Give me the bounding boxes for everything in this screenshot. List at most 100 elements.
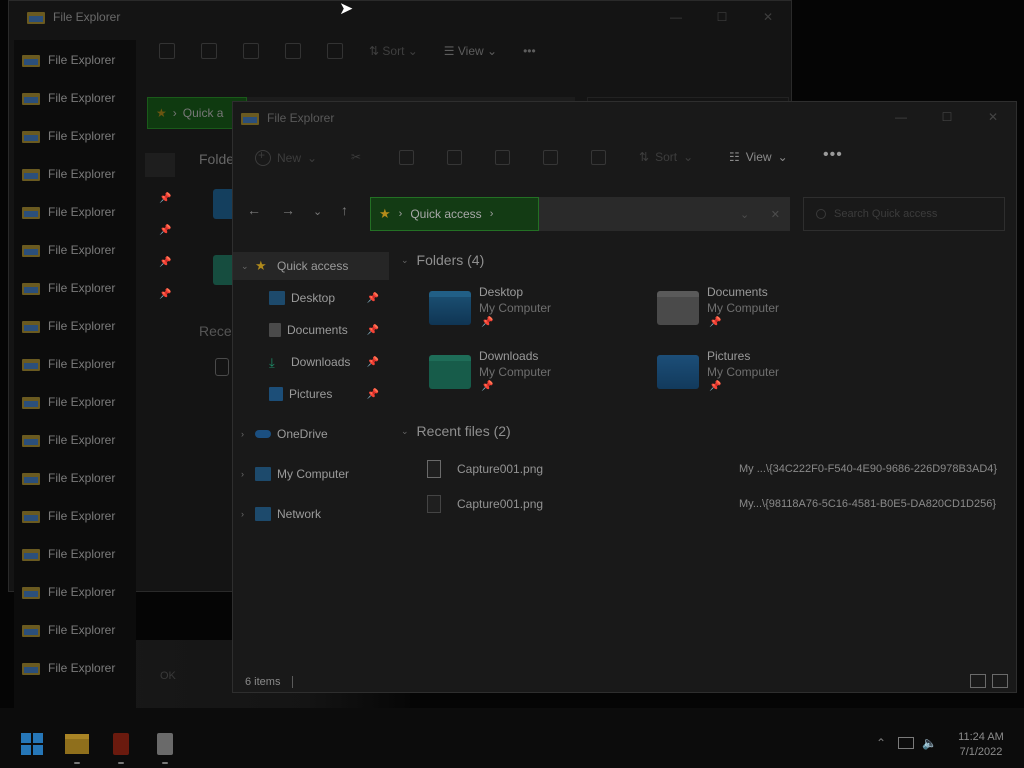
- window-list-item[interactable]: File Explorer: [22, 615, 134, 645]
- back-button[interactable]: ←: [247, 202, 261, 218]
- window-list-item[interactable]: File Explorer: [22, 273, 134, 303]
- folders-section-heading[interactable]: ⌄ Folders (4): [401, 252, 484, 268]
- recent-file-row[interactable]: Capture001.png My ...\{34C222F0-F540-4E9…: [427, 456, 1007, 482]
- chevron-right-icon[interactable]: ›: [241, 469, 255, 479]
- close-button[interactable]: ✕: [970, 102, 1016, 132]
- network-status-icon[interactable]: [898, 737, 914, 749]
- more-button[interactable]: •••: [523, 44, 536, 58]
- recent-locations-button[interactable]: ⌄: [313, 205, 322, 218]
- share-button[interactable]: [543, 150, 558, 165]
- folder-tile-documents[interactable]: Documents My Computer 📌: [657, 285, 877, 341]
- recent-file-name: Capture001.png: [457, 462, 544, 476]
- paste-button[interactable]: [447, 150, 462, 165]
- window-list-item[interactable]: File Explorer: [22, 349, 134, 379]
- copy-button[interactable]: [399, 150, 414, 165]
- nav-item-onedrive[interactable]: › OneDrive: [233, 420, 389, 448]
- nav-item-my-computer[interactable]: › My Computer: [233, 460, 389, 488]
- minimize-button[interactable]: —: [653, 1, 699, 33]
- nav-item-network[interactable]: › Network: [233, 500, 389, 528]
- window-list-item[interactable]: File Explorer: [22, 501, 134, 531]
- window-list-item[interactable]: File Explorer: [22, 45, 134, 75]
- address-segment-quick-access[interactable]: ★ › Quick access ›: [370, 197, 539, 231]
- minimize-button[interactable]: —: [878, 102, 924, 132]
- windows-logo-icon: [21, 733, 31, 743]
- folder-icon: [22, 395, 40, 409]
- close-button[interactable]: ✕: [745, 1, 791, 33]
- window-list-item[interactable]: File Explorer: [22, 425, 134, 455]
- cut-button[interactable]: ✂: [351, 150, 361, 164]
- explorer-window[interactable]: File Explorer — ☐ ✕ New ⌄ ✂ ⇅ Sort ⌄ ☷ V…: [232, 101, 1017, 693]
- nav-label-network: Network: [277, 507, 322, 521]
- new-icon: [255, 148, 271, 166]
- forward-button[interactable]: →: [281, 202, 295, 218]
- sort-button[interactable]: ⇅ Sort ⌄: [639, 150, 693, 164]
- nav-item-documents[interactable]: Documents 📌: [233, 316, 389, 344]
- window-list-item[interactable]: File Explorer: [22, 577, 134, 607]
- nav-item-pictures[interactable]: Pictures 📌: [233, 380, 389, 408]
- paste-icon[interactable]: [201, 43, 217, 59]
- nav-item-quick-access[interactable]: ⌄ ★ Quick access: [233, 252, 389, 280]
- chevron-right-icon[interactable]: ›: [241, 429, 255, 439]
- folder-tile-downloads[interactable]: Downloads My Computer 📌: [429, 349, 649, 405]
- window-list-item[interactable]: File Explorer: [22, 121, 134, 151]
- share-icon[interactable]: [285, 43, 301, 59]
- window-list-item[interactable]: File Explorer: [22, 83, 134, 113]
- delete-icon[interactable]: [327, 43, 343, 59]
- recent-files-section-heading[interactable]: ⌄ Recent files (2): [401, 423, 511, 439]
- search-input[interactable]: Search Quick access: [803, 197, 1005, 231]
- window-list-item[interactable]: File Explorer: [22, 463, 134, 493]
- maximize-button[interactable]: ☐: [924, 102, 970, 132]
- copy-icon[interactable]: [159, 43, 175, 59]
- view-button[interactable]: ☰ View ⌄: [444, 44, 497, 58]
- tiles-view-icon[interactable]: [992, 674, 1008, 688]
- up-button[interactable]: ↑: [341, 202, 348, 218]
- taskbar-app-document[interactable]: [151, 730, 179, 764]
- window-list-item[interactable]: File Explorer: [22, 387, 134, 417]
- volume-icon[interactable]: 🔈: [922, 736, 937, 750]
- window-list-item[interactable]: File Explorer: [22, 539, 134, 569]
- chevron-right-icon[interactable]: ›: [490, 208, 494, 220]
- address-clear-button[interactable]: ✕: [771, 208, 780, 221]
- window-list-item[interactable]: File Explorer: [22, 653, 134, 683]
- window-list-item[interactable]: File Explorer: [22, 235, 134, 265]
- window-list-item[interactable]: File Explorer: [22, 311, 134, 341]
- delete-button[interactable]: [591, 150, 606, 165]
- arrow-left-icon: ←: [247, 202, 261, 218]
- rename-button[interactable]: [495, 150, 510, 165]
- folder-icon: [22, 471, 40, 485]
- taskbar-app-red[interactable]: [107, 730, 135, 764]
- pin-icon[interactable]: 📌: [367, 293, 379, 304]
- show-hidden-icons-button[interactable]: ⌃: [876, 736, 886, 750]
- folder-tile-desktop[interactable]: Desktop My Computer 📌: [429, 285, 649, 341]
- window-list-item[interactable]: File Explorer: [22, 197, 134, 227]
- window-list-label: File Explorer: [48, 357, 116, 371]
- folder-icon: [241, 111, 259, 125]
- view-button[interactable]: ☷ View ⌄: [729, 150, 788, 164]
- address-bar[interactable]: ★ › Quick access ›: [370, 197, 790, 231]
- window-list-label: File Explorer: [48, 433, 116, 447]
- window-list-label: File Explorer: [48, 395, 116, 409]
- nav-item-desktop[interactable]: Desktop 📌: [233, 284, 389, 312]
- sort-button[interactable]: ⇅ Sort ⌄: [369, 44, 418, 58]
- more-options-button[interactable]: •••: [823, 146, 843, 164]
- address-dropdown-button[interactable]: ⌄: [740, 208, 749, 221]
- recent-file-row[interactable]: Capture001.png My...\{98118A76-5C16-4581…: [427, 491, 1007, 517]
- maximize-button[interactable]: ☐: [699, 1, 745, 33]
- pin-icon[interactable]: 📌: [367, 325, 379, 336]
- clock[interactable]: 11:24 AM 7/1/2022: [948, 730, 1014, 760]
- chevron-down-icon[interactable]: ⌄: [241, 261, 255, 272]
- taskbar-app-file-explorer[interactable]: [63, 730, 91, 764]
- start-button[interactable]: [21, 733, 43, 755]
- folder-tile-pictures[interactable]: Pictures My Computer 📌: [657, 349, 877, 405]
- chevron-right-icon[interactable]: ›: [241, 509, 255, 519]
- nav-item-downloads[interactable]: ⤓ Downloads 📌: [233, 348, 389, 376]
- rename-icon[interactable]: [243, 43, 259, 59]
- details-view-icon[interactable]: [970, 674, 986, 688]
- pin-icon[interactable]: 📌: [367, 357, 379, 368]
- new-button[interactable]: New ⌄: [255, 148, 317, 166]
- ok-button[interactable]: OK: [160, 670, 176, 682]
- window-list-label: File Explorer: [48, 167, 116, 181]
- pin-icon[interactable]: 📌: [367, 389, 379, 400]
- image-file-icon[interactable]: [215, 358, 229, 376]
- window-list-item[interactable]: File Explorer: [22, 159, 134, 189]
